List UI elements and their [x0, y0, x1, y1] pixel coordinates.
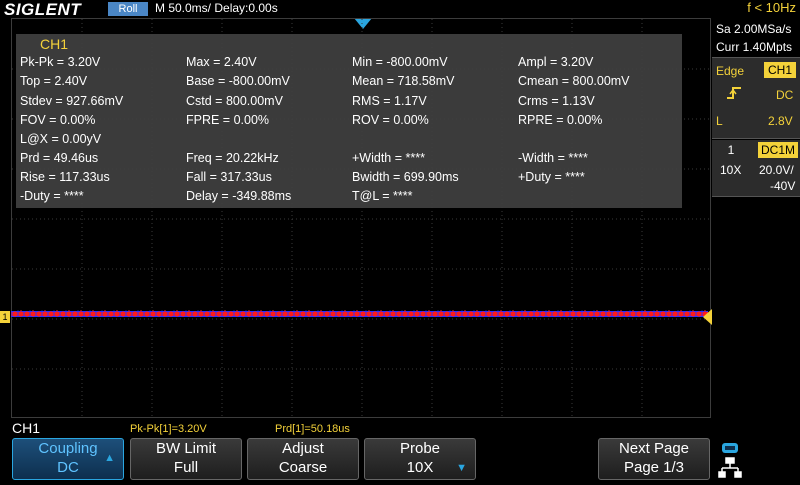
network-icon	[718, 457, 742, 478]
brand-logo: SIGLENT	[4, 0, 82, 19]
measurement-item: FPRE = 0.00%	[186, 113, 270, 127]
measurement-item: -Duty = ****	[20, 189, 84, 203]
measurement-item: Max = 2.40V	[186, 55, 257, 69]
trigger-coupling: DC	[776, 88, 794, 102]
next-page-softkey[interactable]: Next Page Page 1/3	[598, 438, 710, 480]
sample-rate: Sa 2.00MSa/s	[716, 22, 792, 36]
measurement-item: RMS = 1.17V	[352, 94, 427, 108]
down-arrow-icon: ▼	[456, 462, 467, 474]
roll-mode-indicator[interactable]: Roll	[108, 2, 148, 16]
measurement-item: Mean = 718.58mV	[352, 74, 455, 88]
measurement-item: Min = -800.00mV	[352, 55, 448, 69]
measurement-item: Ampl = 3.20V	[518, 55, 594, 69]
coupling-softkey[interactable]: Coupling DC ▲	[12, 438, 124, 480]
channel-offset: -40V	[770, 179, 796, 193]
statistic-pkpk: Pk-Pk[1]=3.20V	[130, 423, 207, 435]
adjust-softkey[interactable]: Adjust Coarse	[247, 438, 359, 480]
measurement-item: Top = 2.40V	[20, 74, 88, 88]
measurement-item: Cstd = 800.00mV	[186, 94, 283, 108]
measurement-item: -Width = ****	[518, 151, 588, 165]
channel-coupling: DC1M	[758, 142, 798, 158]
top-status-bar: SIGLENT Roll M 50.0ms/ Delay:0.00s f < 1…	[0, 0, 800, 19]
measurement-item: Base = -800.00mV	[186, 74, 290, 88]
memory-depth: Curr 1.40Mpts	[716, 40, 793, 54]
probe-softkey[interactable]: Probe 10X ▼	[364, 438, 476, 480]
measurement-item: FOV = 0.00%	[20, 113, 96, 127]
measurement-panel-title: CH1	[40, 36, 69, 52]
measurement-item: Delay = -349.88ms	[186, 189, 292, 203]
measurement-item: Freq = 20.22kHz	[186, 151, 279, 165]
up-arrow-icon: ▲	[104, 452, 115, 464]
measurement-item: ROV = 0.00%	[352, 113, 429, 127]
trigger-source: CH1	[764, 62, 796, 78]
channel-number: 1	[727, 143, 735, 157]
trigger-level-marker[interactable]	[703, 309, 712, 325]
measurement-item: Rise = 117.33us	[20, 170, 110, 184]
measurement-item: RPRE = 0.00%	[518, 113, 603, 127]
measurement-item: Bwidth = 699.90ms	[352, 170, 459, 184]
volts-per-div: 20.0V/	[759, 163, 794, 177]
measurement-item: Prd = 49.46us	[20, 151, 99, 165]
rising-edge-icon	[726, 86, 742, 103]
measurement-item: T@L = ****	[352, 189, 413, 203]
channel1-ground-marker[interactable]: 1	[0, 311, 10, 323]
measurement-item: Crms = 1.13V	[518, 94, 595, 108]
measurement-item: L@X = 0.00yV	[20, 132, 102, 146]
menu-title: CH1	[12, 420, 41, 436]
statistic-period: Prd[1]=50.18us	[275, 423, 350, 435]
measurement-item: Fall = 317.33us	[186, 170, 272, 184]
trigger-level-value: 2.8V	[768, 114, 793, 128]
measurement-item: +Duty = ****	[518, 170, 585, 184]
measurement-item: Stdev = 927.66mV	[20, 94, 124, 108]
frequency-counter: f < 10Hz	[747, 0, 796, 15]
usb-icon	[722, 443, 738, 453]
measurement-item: Cmean = 800.00mV	[518, 74, 630, 88]
connectivity-status	[716, 440, 800, 480]
measurement-item: Pk-Pk = 3.20V	[20, 55, 101, 69]
measurement-item: +Width = ****	[352, 151, 425, 165]
timebase-readout[interactable]: M 50.0ms/ Delay:0.00s	[155, 1, 278, 15]
bottom-status-bar	[0, 419, 800, 437]
bw-limit-softkey[interactable]: BW Limit Full	[130, 438, 242, 480]
probe-attenuation: 10X	[720, 163, 742, 177]
measurement-panel: CH1 Pk-Pk = 3.20V Max = 2.40V Min = -800.0…	[16, 34, 682, 208]
trigger-type: Edge	[716, 64, 745, 78]
trigger-level-label: L	[716, 114, 723, 128]
